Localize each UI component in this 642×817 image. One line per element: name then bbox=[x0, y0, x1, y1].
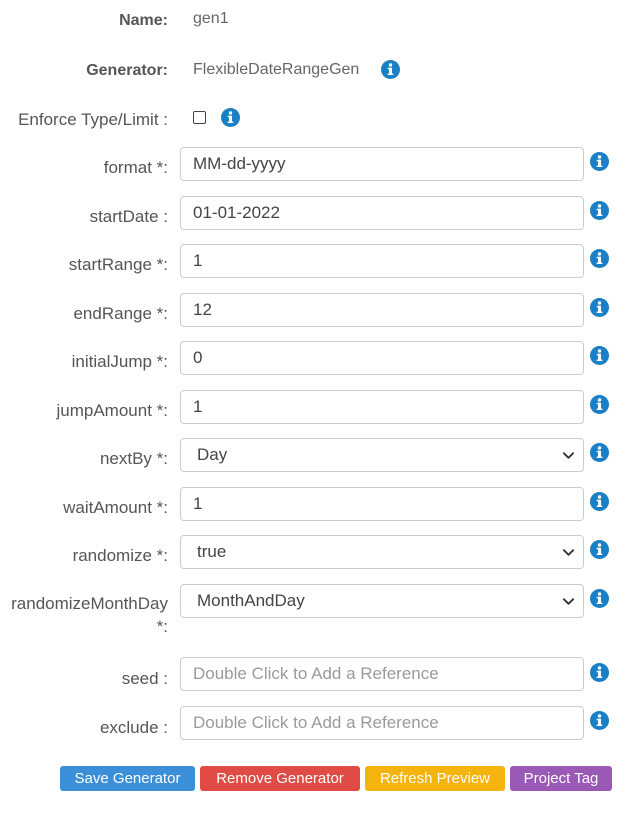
endrange-row: endRange *: 12 bbox=[0, 293, 642, 329]
enforce-row: Enforce Type/Limit : bbox=[0, 108, 642, 132]
nextby-selected-value: Day bbox=[197, 445, 228, 464]
initialjump-input[interactable]: 0 bbox=[180, 341, 584, 375]
name-value: gen1 bbox=[193, 10, 229, 27]
info-icon[interactable] bbox=[590, 201, 609, 220]
startrange-input[interactable]: 1 bbox=[180, 244, 584, 278]
seed-row: seed : Double Click to Add a Reference bbox=[0, 657, 642, 693]
jumpamount-row: jumpAmount *: 1 bbox=[0, 390, 642, 426]
name-label: Name: bbox=[119, 12, 168, 29]
enforce-checkbox[interactable] bbox=[193, 111, 206, 124]
startdate-input[interactable]: 01-01-2022 bbox=[180, 196, 584, 230]
format-label: format *: bbox=[103, 158, 168, 177]
refresh-preview-button[interactable]: Refresh Preview bbox=[365, 766, 505, 791]
exclude-row: exclude : Double Click to Add a Referenc… bbox=[0, 706, 642, 742]
waitamount-input[interactable]: 1 bbox=[180, 487, 584, 521]
startrange-label: startRange *: bbox=[68, 255, 168, 274]
info-icon[interactable] bbox=[590, 589, 609, 608]
initialjump-label: initialJump *: bbox=[71, 352, 168, 371]
exclude-input[interactable]: Double Click to Add a Reference bbox=[180, 706, 584, 740]
remove-generator-button[interactable]: Remove Generator bbox=[200, 766, 360, 791]
info-icon[interactable] bbox=[590, 298, 609, 317]
seed-input[interactable]: Double Click to Add a Reference bbox=[180, 657, 584, 691]
randomizemonthday-row: randomizeMonthDay *: MonthAndDay bbox=[0, 584, 642, 640]
info-icon[interactable] bbox=[590, 663, 609, 682]
chevron-down-icon bbox=[562, 598, 575, 605]
nextby-row: nextBy *: Day bbox=[0, 438, 642, 474]
initialjump-row: initialJump *: 0 bbox=[0, 341, 642, 377]
enforce-label: Enforce Type/Limit : bbox=[18, 110, 168, 129]
format-row: format *: MM-dd-yyyy bbox=[0, 147, 642, 183]
info-icon[interactable] bbox=[590, 152, 609, 171]
info-icon[interactable] bbox=[590, 711, 609, 730]
jumpamount-input[interactable]: 1 bbox=[180, 390, 584, 424]
randomizemonthday-selected-value: MonthAndDay bbox=[197, 591, 305, 610]
info-icon[interactable] bbox=[590, 395, 609, 414]
nextby-label: nextBy *: bbox=[99, 449, 168, 468]
chevron-down-icon bbox=[562, 549, 575, 556]
format-input[interactable]: MM-dd-yyyy bbox=[180, 147, 584, 181]
info-icon[interactable] bbox=[590, 540, 609, 559]
startdate-label: startDate : bbox=[89, 207, 168, 226]
exclude-label: exclude : bbox=[99, 718, 168, 737]
startrange-row: startRange *: 1 bbox=[0, 244, 642, 280]
generator-value: FlexibleDateRangeGen bbox=[193, 61, 360, 78]
endrange-label: endRange *: bbox=[73, 304, 168, 323]
info-icon[interactable] bbox=[221, 108, 240, 127]
randomizemonthday-label: randomizeMonthDay *: bbox=[11, 594, 168, 636]
randomize-row: randomize *: true bbox=[0, 535, 642, 571]
waitamount-label: waitAmount *: bbox=[63, 498, 168, 517]
generator-label: Generator: bbox=[86, 62, 168, 79]
randomizemonthday-select[interactable]: MonthAndDay bbox=[180, 584, 584, 618]
waitamount-row: waitAmount *: 1 bbox=[0, 487, 642, 523]
name-row: Name: gen1 bbox=[0, 10, 642, 34]
info-icon[interactable] bbox=[590, 443, 609, 462]
nextby-select[interactable]: Day bbox=[180, 438, 584, 472]
chevron-down-icon bbox=[562, 452, 575, 459]
randomize-select[interactable]: true bbox=[180, 535, 584, 569]
info-icon[interactable] bbox=[590, 346, 609, 365]
info-icon[interactable] bbox=[381, 60, 400, 79]
generator-row: Generator: FlexibleDateRangeGen bbox=[0, 60, 642, 84]
endrange-input[interactable]: 12 bbox=[180, 293, 584, 327]
info-icon[interactable] bbox=[590, 492, 609, 511]
jumpamount-label: jumpAmount *: bbox=[56, 401, 169, 420]
startdate-row: startDate : 01-01-2022 bbox=[0, 196, 642, 232]
seed-label: seed : bbox=[121, 669, 168, 688]
info-icon[interactable] bbox=[590, 249, 609, 268]
project-tag-button[interactable]: Project Tag bbox=[510, 766, 612, 791]
randomize-label: randomize *: bbox=[72, 546, 168, 565]
save-generator-button[interactable]: Save Generator bbox=[60, 766, 195, 791]
randomize-selected-value: true bbox=[197, 542, 227, 561]
